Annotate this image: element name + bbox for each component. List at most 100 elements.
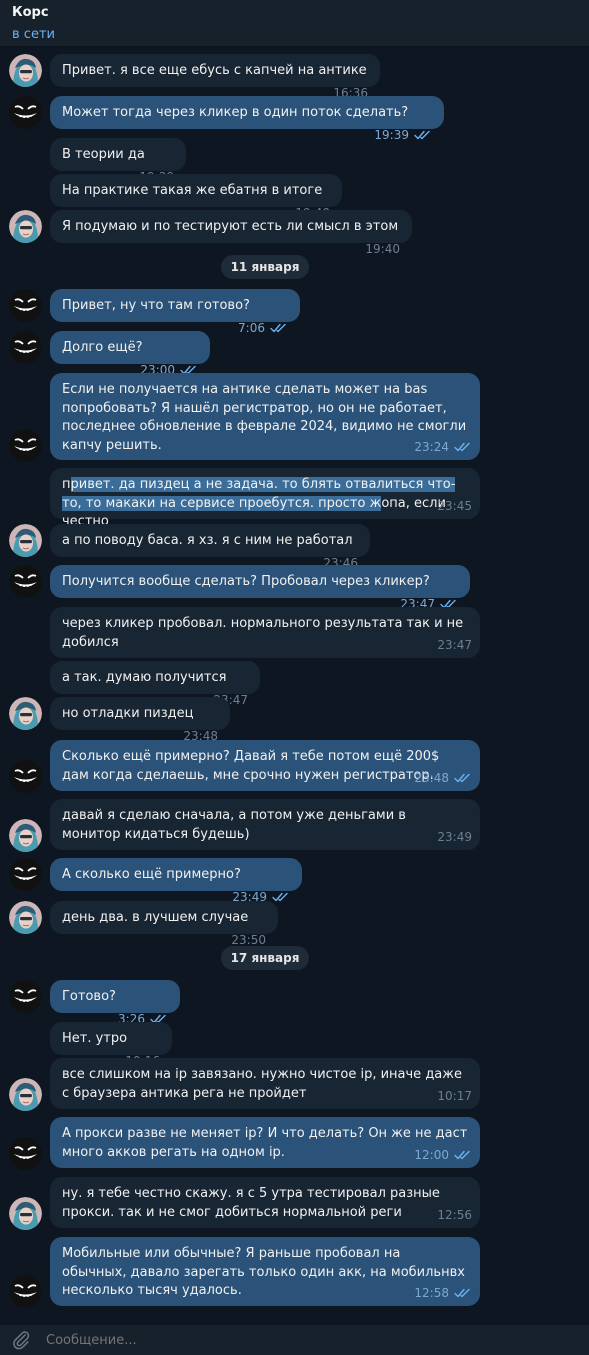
incoming-message[interactable]: ну. я тебе честно скажу. я с 5 утра тест… [50,1177,480,1228]
contact-avatar[interactable] [9,819,42,852]
outgoing-message[interactable]: А сколько ещё примерно? 23:49 [50,858,302,904]
date-separator: 17 января [221,946,309,970]
message-text: день два. в лучшем случае [62,910,249,925]
outgoing-message[interactable]: Мобильные или обычные? Я раньше пробовал… [50,1237,480,1306]
my-avatar[interactable] [9,289,42,322]
message-text: В теории да [62,147,145,162]
chat-header[interactable]: Корс в сети [0,0,589,47]
outgoing-message[interactable]: Получится вообще сделать? Пробовал через… [50,565,470,611]
message-text-part: п [62,477,71,492]
incoming-message[interactable]: через кликер пробовал. нормального резул… [50,607,480,658]
message-meta: 23:48 [414,769,472,788]
incoming-message[interactable]: а так. думаю получится 23:47 [50,661,260,707]
contact-avatar[interactable] [9,1078,42,1111]
contact-avatar[interactable] [9,1197,42,1230]
my-avatar[interactable] [9,429,42,462]
chat-status: в сети [12,27,55,42]
message-text: Получится вообще сделать? Пробовал через… [62,574,430,589]
message-text: Долго ещё? [62,340,143,355]
message-text: Готово? [62,989,116,1004]
read-checks-icon [454,1150,472,1160]
message-text: А сколько ещё примерно? [62,867,241,882]
message-text: Может тогда через кликер в один поток сд… [62,105,409,120]
message-text: через кликер пробовал. нормального резул… [62,616,468,650]
message-text: Я подумаю и по тестируют есть ли смысл в… [62,219,399,234]
message-text: Если не получается на антике сделать мож… [62,382,471,453]
outgoing-message[interactable]: А прокси разве не меняет ip? И что делат… [50,1117,480,1168]
message-text: привет. да пиздец а не задача. то блять … [62,477,456,529]
chat-title: Корс [12,5,49,20]
incoming-message[interactable]: день два. в лучшем случае 23:50 [50,901,278,947]
incoming-message[interactable]: все слишком на ip завязано. нужно чистое… [50,1058,480,1109]
message-text: На практике такая же ебатня в итоге [62,183,323,198]
outgoing-message[interactable]: Если не получается на антике сделать мож… [50,373,480,460]
contact-avatar[interactable] [9,697,42,730]
incoming-message[interactable]: На практике такая же ебатня в итоге19:40 [50,174,342,220]
message-text: а так. думаю получится [62,670,227,685]
message-meta: 7:06 [238,319,288,338]
contact-avatar[interactable] [9,901,42,934]
message-meta: 23:45 [437,497,472,516]
my-avatar[interactable] [9,1275,42,1308]
incoming-message[interactable]: Привет. я все еще ебусь с капчей на анти… [50,54,380,100]
my-avatar[interactable] [9,760,42,793]
my-avatar[interactable] [9,980,42,1013]
read-checks-icon [454,1288,472,1298]
incoming-message[interactable]: давай я сделаю сначала, а потом уже день… [50,799,480,850]
incoming-message[interactable]: Я подумаю и по тестируют есть ли смысл в… [50,210,412,256]
message-meta: 23:47 [437,636,472,655]
message-meta: 23:49 [437,828,472,847]
message-meta: 23:24 [414,438,472,457]
contact-avatar[interactable] [9,524,42,557]
date-separator: 11 января [221,255,309,279]
message-time: 12:56 [437,1207,472,1222]
message-text: А прокси разве не меняет ip? И что делат… [62,1126,472,1160]
message-time: 19:39 [374,127,409,142]
incoming-message[interactable]: В теории да19:39 [50,138,186,184]
message-time: 7:06 [238,320,265,335]
message-meta: 12:56 [437,1206,472,1225]
message-text: давай я сделаю сначала, а потом уже день… [62,808,411,842]
message-time: 23:24 [414,439,449,454]
my-avatar[interactable] [9,858,42,891]
my-avatar[interactable] [9,331,42,364]
message-text: ну. я тебе честно скажу. я с 5 утра тест… [62,1186,445,1220]
message-meta: 12:00 [414,1146,472,1165]
message-list[interactable]: Привет. я все еще ебусь с капчей на анти… [0,47,589,1325]
incoming-message[interactable]: привет. да пиздец а не задача. то блять … [50,468,480,529]
message-time: 10:17 [437,1088,472,1103]
message-text: Сколько ещё примерно? Давай я тебе потом… [62,749,444,783]
read-checks-icon [454,442,472,452]
contact-avatar[interactable] [9,210,42,243]
incoming-message[interactable]: а по поводу баса. я хз. я с ним не работ… [50,524,370,570]
message-meta: 19:40 [365,240,400,259]
outgoing-message[interactable]: Долго ещё? 23:00 [50,331,210,377]
message-text: а по поводу баса. я хз. я с ним не работ… [62,533,353,548]
incoming-message[interactable]: Нет. утро10:16 [50,1022,172,1068]
message-meta: 19:39 [374,126,432,145]
outgoing-message[interactable]: Может тогда через кликер в один поток сд… [50,96,444,142]
my-avatar[interactable] [9,565,42,598]
outgoing-message[interactable]: Сколько ещё примерно? Давай я тебе потом… [50,740,480,791]
my-avatar[interactable] [9,96,42,129]
message-text: Привет. я все еще ебусь с капчей на анти… [62,63,367,78]
message-text: все слишком на ip завязано. нужно чистое… [62,1067,467,1101]
message-time: 23:49 [437,829,472,844]
message-time: 12:58 [414,1285,449,1300]
message-text: но отладки пиздец [62,706,194,721]
message-meta: 10:17 [437,1087,472,1106]
outgoing-message[interactable]: Готово? 3:26 [50,980,180,1026]
read-checks-icon [272,892,290,902]
read-checks-icon [414,130,432,140]
my-avatar[interactable] [9,1137,42,1170]
contact-avatar[interactable] [9,54,42,87]
incoming-message[interactable]: но отладки пиздец 23:48 [50,697,230,743]
message-input[interactable] [46,1332,546,1348]
message-time: 23:48 [414,770,449,785]
attach-icon[interactable] [10,1329,32,1351]
read-checks-icon [454,773,472,783]
outgoing-message[interactable]: Привет, ну что там готово? 7:06 [50,289,300,335]
message-text: Привет, ну что там готово? [62,298,250,313]
message-time: 23:47 [437,637,472,652]
message-time: 23:45 [437,498,472,513]
